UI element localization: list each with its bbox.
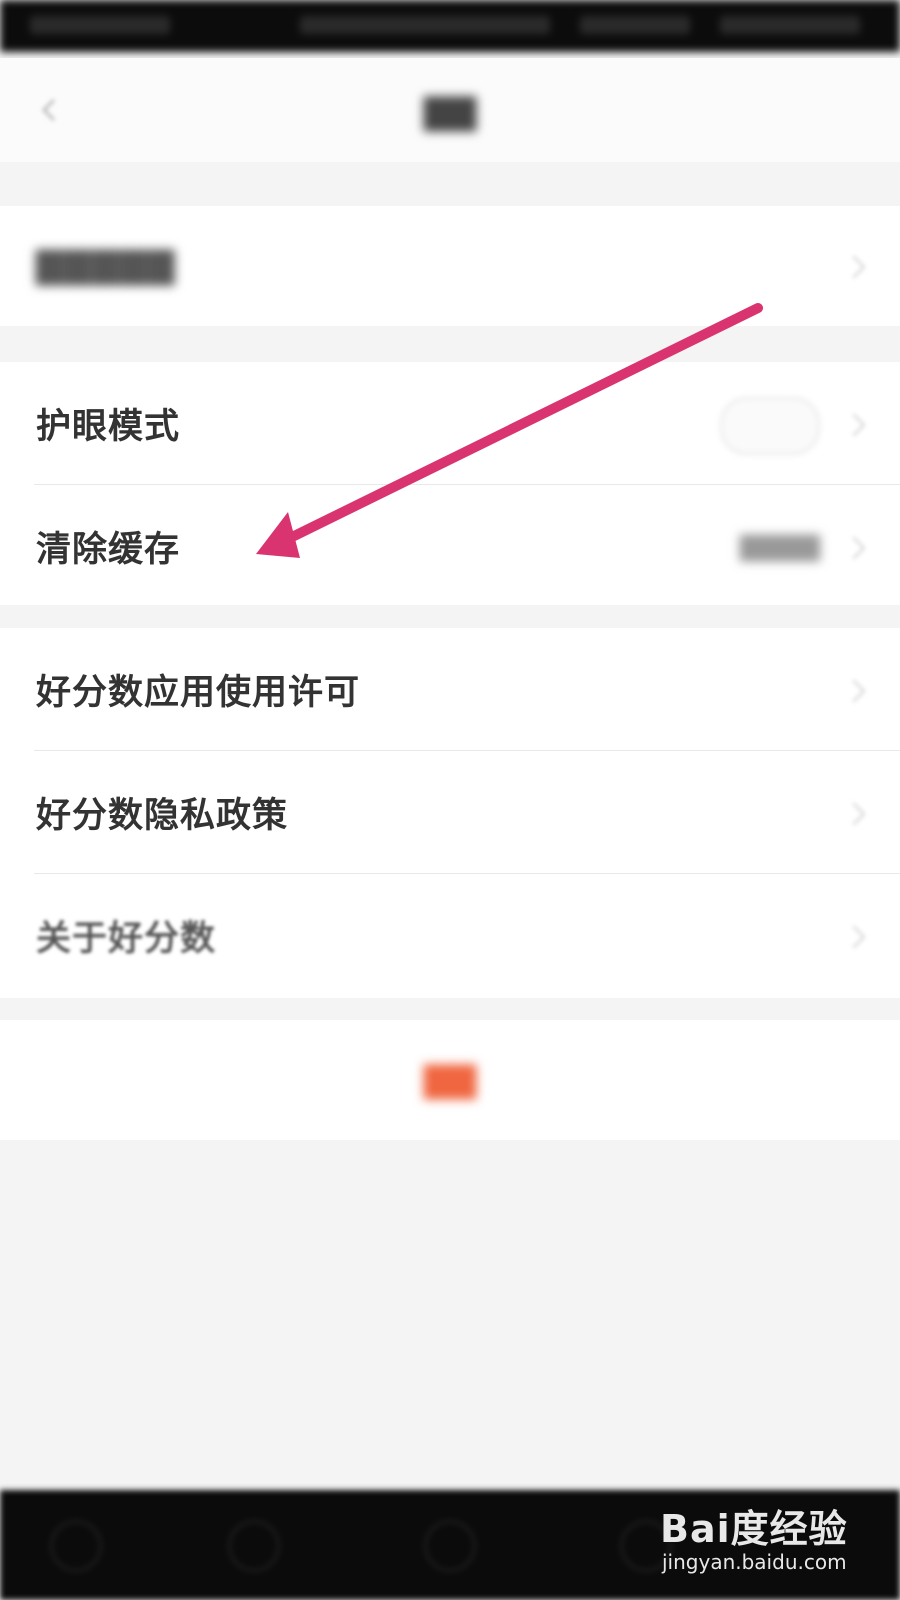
clock-battery [720,16,860,34]
cache-size-value: ▇▇▇▇ [740,531,820,562]
nav-back-icon[interactable] [228,1520,280,1572]
watermark-url: jingyan.baidu.com [662,1550,847,1574]
chevron-right-icon [842,925,866,948]
page-title: ▇▇ [423,92,477,132]
logout-section: ▇▇ [0,1020,900,1140]
privacy-row[interactable]: 好分数隐私政策 [0,751,900,874]
about-row[interactable]: 关于好分数 [0,874,900,997]
general-section: 护眼模式 清除缓存 ▇▇▇▇ [0,362,900,605]
account-security-row[interactable]: ▇▇▇▇▇ [0,206,900,326]
header: ▇▇ [0,58,900,162]
eye-mode-label: 护眼模式 [36,407,181,447]
baidu-jingyan-watermark: Bai度经验 jingyan.baidu.com [660,1498,860,1588]
about-label: 关于好分数 [36,919,217,959]
nav-menu-icon[interactable] [50,1520,102,1572]
eye-mode-row[interactable]: 护眼模式 [0,362,900,485]
status-icons [300,16,550,34]
chevron-right-icon [842,802,866,825]
account-section: ▇▇▇▇▇ [0,206,900,326]
license-label: 好分数应用使用许可 [36,673,361,713]
watermark-brand: Bai度经验 [660,1507,848,1551]
chevron-right-icon [842,413,866,436]
logout-button[interactable]: ▇▇ [0,1060,900,1100]
carrier-text [30,16,170,34]
clear-cache-label: 清除缓存 [36,530,181,570]
network-speed [580,16,690,34]
license-row[interactable]: 好分数应用使用许可 [0,628,900,751]
nav-home-icon[interactable] [424,1520,476,1572]
account-security-label: ▇▇▇▇▇ [36,246,176,286]
chevron-right-icon [842,255,866,279]
chevron-right-icon [842,536,866,559]
privacy-label: 好分数隐私政策 [36,796,289,836]
status-bar [0,0,900,52]
about-section: 好分数应用使用许可 好分数隐私政策 关于好分数 [0,628,900,998]
chevron-right-icon [842,679,866,702]
clear-cache-row[interactable]: 清除缓存 ▇▇▇▇ [0,485,900,608]
eye-mode-toggle[interactable] [720,396,820,455]
